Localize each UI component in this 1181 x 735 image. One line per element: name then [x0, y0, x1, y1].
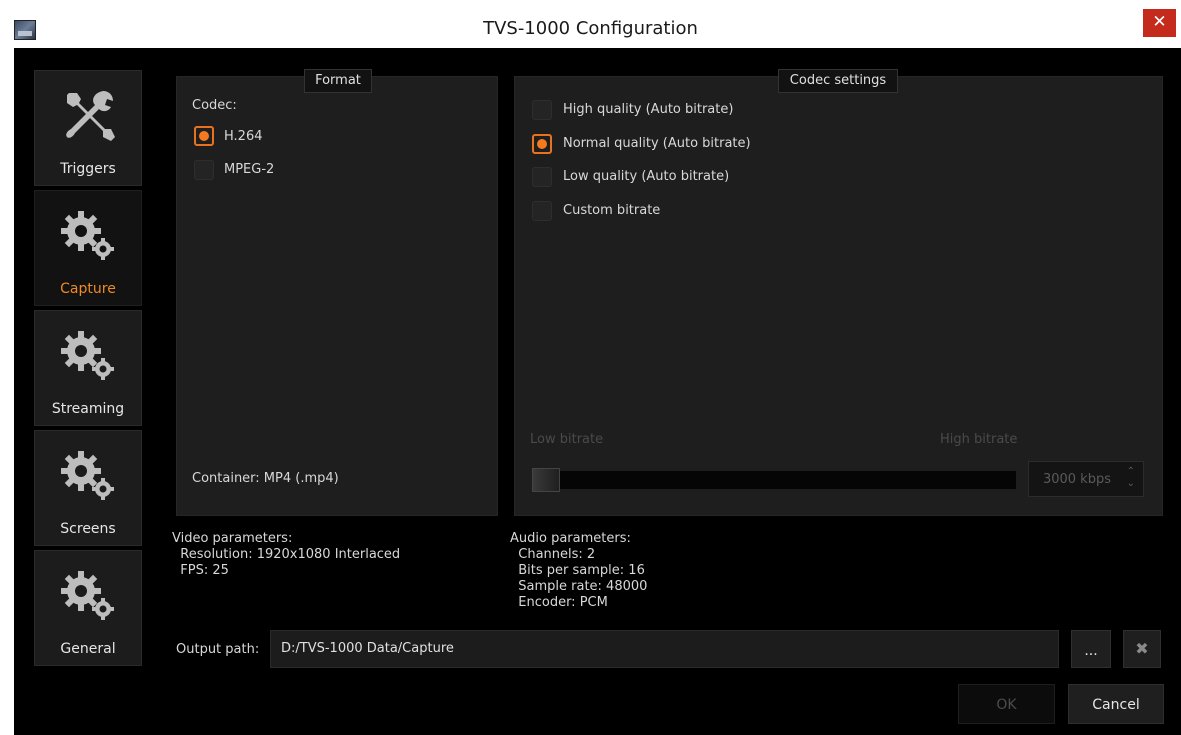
audio-param-line: Channels: 2 [518, 547, 596, 562]
sidebar-item-label: General [60, 641, 116, 657]
audio-params-title: Audio parameters: [510, 531, 631, 546]
container-info: Container: MP4 (.mp4) [192, 471, 339, 486]
gears-icon [61, 571, 114, 620]
bitrate-slider-handle[interactable] [532, 468, 560, 492]
spin-arrows[interactable]: ⌃ ⌄ [1127, 466, 1135, 490]
video-param-line: Resolution: 1920x1080 Interlaced [180, 547, 401, 562]
spin-down-icon[interactable]: ⌄ [1127, 478, 1135, 490]
sidebar-item-triggers[interactable]: Triggers [34, 70, 142, 186]
codec-label: Codec: [192, 98, 237, 113]
quality-high-radio[interactable] [532, 100, 552, 120]
clear-icon: ✖ [1135, 639, 1149, 658]
output-path-label: Output path: [176, 642, 260, 657]
low-bitrate-label: Low bitrate [530, 432, 604, 447]
codec-settings-title: Codec settings [778, 69, 898, 93]
codec-h264-label[interactable]: H.264 [224, 129, 263, 144]
video-param-line: FPS: 25 [180, 563, 229, 578]
codec-mpeg2-label[interactable]: MPEG-2 [224, 162, 274, 177]
close-button[interactable]: ✕ [1143, 9, 1176, 37]
sidebar-item-streaming[interactable]: Streaming [34, 310, 142, 426]
quality-high-label[interactable]: High quality (Auto bitrate) [563, 102, 733, 117]
sidebar-item-label: Screens [60, 521, 116, 537]
sidebar-item-label: Capture [60, 281, 116, 297]
audio-param-line: Bits per sample: 16 [518, 563, 645, 578]
quality-low-radio[interactable] [532, 167, 552, 187]
cancel-button[interactable]: Cancel [1068, 684, 1164, 724]
video-params-title: Video parameters: [172, 531, 293, 546]
title-bar: TVS-1000 Configuration ✕ [0, 0, 1181, 48]
output-path-field[interactable]: D:/TVS-1000 Data/Capture [270, 630, 1059, 668]
ok-button[interactable]: OK [958, 684, 1055, 724]
video-parameters: Video parameters: Resolution: 1920x1080 … [172, 531, 400, 579]
codec-mpeg2-radio[interactable] [194, 160, 214, 180]
gears-icon [61, 451, 114, 500]
sidebar-item-capture[interactable]: Capture [34, 190, 142, 306]
sidebar-item-label: Streaming [51, 401, 125, 417]
clear-path-button[interactable]: ✖ [1123, 630, 1161, 668]
codec-h264-radio[interactable] [194, 126, 214, 146]
sidebar-item-general[interactable]: General [34, 550, 142, 666]
sidebar-item-label: Triggers [60, 161, 116, 177]
gears-icon [61, 331, 114, 380]
quality-normal-radio[interactable] [532, 134, 552, 154]
window-title: TVS-1000 Configuration [483, 18, 698, 39]
audio-param-line: Encoder: PCM [518, 595, 608, 610]
audio-param-line: Sample rate: 48000 [518, 579, 648, 594]
tools-icon [66, 91, 115, 141]
audio-parameters: Audio parameters: Channels: 2 Bits per s… [510, 531, 647, 611]
browse-button[interactable]: ... [1071, 630, 1111, 668]
high-bitrate-label: High bitrate [940, 432, 1018, 447]
quality-low-label[interactable]: Low quality (Auto bitrate) [563, 169, 729, 184]
sidebar-item-screens[interactable]: Screens [34, 430, 142, 546]
quality-normal-label[interactable]: Normal quality (Auto bitrate) [563, 136, 751, 151]
gears-icon [61, 211, 114, 260]
bitrate-spinbox[interactable]: 3000 kbps ⌃ ⌄ [1028, 461, 1144, 497]
bitrate-value: 3000 kbps [1042, 472, 1111, 487]
custom-bitrate-label[interactable]: Custom bitrate [563, 203, 660, 218]
spin-up-icon[interactable]: ⌃ [1127, 466, 1135, 478]
custom-bitrate-radio[interactable] [532, 201, 552, 221]
bitrate-slider-track[interactable] [532, 471, 1016, 489]
format-panel-title: Format [304, 69, 372, 93]
